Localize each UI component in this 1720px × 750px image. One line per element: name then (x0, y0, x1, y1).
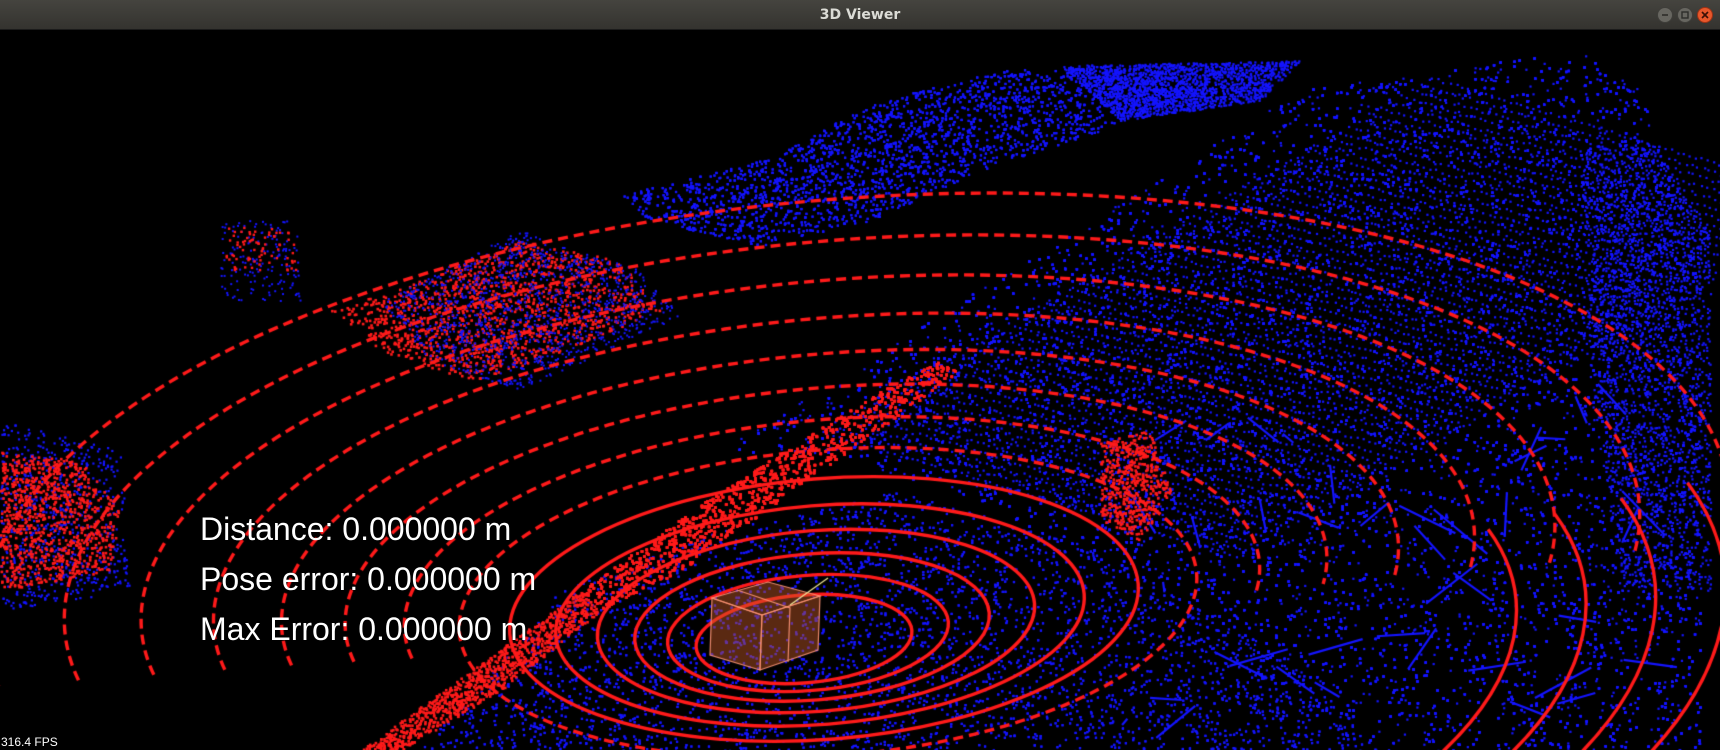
maximize-icon (1681, 11, 1689, 19)
minimize-icon (1662, 14, 1668, 16)
close-icon (1701, 11, 1709, 19)
maximize-button[interactable] (1677, 7, 1693, 23)
point-cloud-canvas[interactable] (0, 30, 1720, 750)
3d-viewport[interactable]: Distance: 0.000000 m Pose error: 0.00000… (0, 30, 1720, 750)
viewer-window: 3D Viewer Distance: 0.000000 m Pose erro… (0, 0, 1720, 750)
close-button[interactable] (1697, 7, 1713, 23)
window-title: 3D Viewer (819, 7, 901, 23)
title-bar[interactable]: 3D Viewer (0, 0, 1720, 30)
minimize-button[interactable] (1657, 7, 1673, 23)
